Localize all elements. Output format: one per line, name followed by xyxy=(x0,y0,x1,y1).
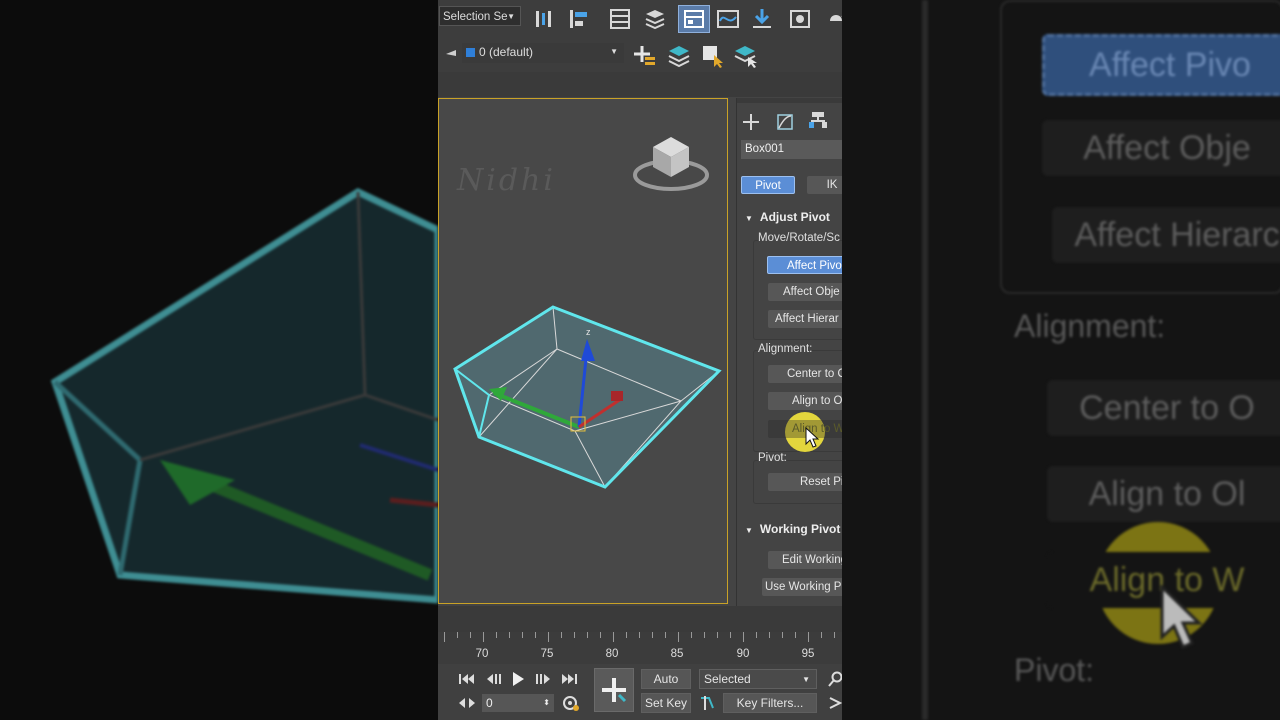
modify-tab-icon[interactable] xyxy=(775,112,795,132)
pivot-label: Pivot: xyxy=(758,452,787,464)
layer-icon[interactable] xyxy=(444,46,458,60)
blurred-box-wireframe xyxy=(50,188,438,604)
mouse-cursor-icon xyxy=(805,427,820,448)
blurred-viewport-background xyxy=(0,0,438,720)
box001-wireframe[interactable]: z xyxy=(449,299,724,499)
key-mode-value: Selected xyxy=(704,672,751,686)
select-in-layer-icon[interactable] xyxy=(700,43,726,69)
spinner-arrows-icon: ⬍ xyxy=(543,698,550,707)
working-pivot-title: Working Pivot xyxy=(759,522,841,536)
zoom-center-to: Center to O xyxy=(1047,380,1280,436)
collapse-arrow-icon: ▼ xyxy=(745,214,753,223)
curve-editor-icon[interactable] xyxy=(716,7,740,31)
alignment-label: Alignment: xyxy=(758,343,813,355)
previous-frame-icon[interactable] xyxy=(485,672,503,686)
tick-label: 95 xyxy=(801,648,815,660)
chevron-down-icon: ▼ xyxy=(610,47,618,56)
viewcube-icon[interactable] xyxy=(631,129,711,199)
center-to-object-button[interactable]: Center to O xyxy=(768,365,842,383)
go-to-end-icon[interactable] xyxy=(560,672,578,686)
key-mode-toggle-icon[interactable] xyxy=(458,697,476,709)
working-pivot-rollout[interactable]: ▼ Working Pivot xyxy=(745,522,840,536)
hierarchy-tab-icon[interactable] xyxy=(807,110,829,132)
gizmo-z-label: z xyxy=(586,327,591,337)
zoom-affect-hierarchy: Affect Hierarc xyxy=(1052,207,1280,263)
chevron-down-icon: ▼ xyxy=(507,12,515,21)
layer-toolbar: 0 (default) ▼ xyxy=(438,38,842,73)
create-layer-icon[interactable] xyxy=(632,44,658,68)
watermark-text: Nidhi xyxy=(457,163,556,198)
tick-label: 70 xyxy=(475,648,489,660)
scene-explorer-icon[interactable] xyxy=(608,7,632,31)
align-icon[interactable] xyxy=(568,7,592,31)
next-frame-icon[interactable] xyxy=(534,672,552,686)
tick-label: 85 xyxy=(670,648,684,660)
toggle-ribbon-button[interactable] xyxy=(678,5,710,33)
main-toolbar: Selection Se ▼ xyxy=(438,0,842,38)
current-frame-spinner[interactable]: 0 ⬍ xyxy=(482,694,554,712)
ribbon-strip xyxy=(438,72,842,97)
layer-explorer-icon[interactable] xyxy=(643,7,667,31)
current-layer-dropdown[interactable]: 0 (default) ▼ xyxy=(462,43,624,63)
play-icon[interactable] xyxy=(510,671,526,687)
schematic-view-icon[interactable] xyxy=(750,7,774,31)
current-frame-value: 0 xyxy=(486,696,493,710)
zoom-align-to-object: Align to Ol xyxy=(1047,466,1280,522)
teapot-render-icon[interactable] xyxy=(826,7,842,31)
tab-ik[interactable]: IK xyxy=(807,176,842,194)
adjust-pivot-rollout[interactable]: ▼ Adjust Pivot xyxy=(745,210,830,224)
auto-key-button[interactable]: Auto Key xyxy=(641,669,691,705)
align-to-object-button[interactable]: Align to Ol xyxy=(768,392,842,410)
key-filters-button[interactable]: Key Filters... xyxy=(723,693,817,713)
go-to-start-icon[interactable] xyxy=(458,672,476,686)
affect-object-only-button[interactable]: Affect Obje xyxy=(768,283,842,301)
set-current-layer-icon[interactable] xyxy=(734,43,760,69)
layer-color-swatch xyxy=(466,48,475,57)
tick-label: 75 xyxy=(540,648,554,660)
time-configuration-icon[interactable] xyxy=(562,694,580,712)
current-layer-name: 0 (default) xyxy=(479,45,534,59)
max-application: Selection Se ▼ 0 (default) ▼ Nidhi z Box… xyxy=(438,0,842,720)
zoom-mouse-cursor-icon xyxy=(1160,585,1203,649)
chevron-down-icon: ▼ xyxy=(802,675,810,684)
selection-filter-value: Selection Se xyxy=(443,11,508,23)
use-working-pivot-button[interactable]: Use Working Pi xyxy=(762,578,842,596)
key-plus-icon xyxy=(602,678,627,703)
material-editor-icon[interactable] xyxy=(788,7,812,31)
tick-label: 90 xyxy=(736,648,750,660)
ribbon-icon xyxy=(684,10,704,28)
reset-pivot-button[interactable]: Reset Pi xyxy=(768,473,842,491)
key-filters-icon[interactable] xyxy=(699,694,719,712)
create-tab-icon[interactable] xyxy=(741,112,761,132)
collapse-arrow-icon: ▼ xyxy=(745,526,753,535)
affect-pivot-only-button[interactable]: Affect Pivo xyxy=(767,256,842,274)
animation-controls: 0 ⬍ Auto Key Selected ▼ Set Key Key Filte… xyxy=(438,664,842,720)
zoom-alignment-label: Alignment: xyxy=(1014,308,1166,344)
add-to-layer-icon[interactable] xyxy=(666,43,692,69)
command-panel: Box001 Pivot IK ▼ Adjust Pivot Move/Rotat… xyxy=(736,98,842,606)
zoom-affect-object: Affect Obje xyxy=(1042,120,1280,176)
perspective-viewport[interactable]: Nidhi z xyxy=(438,98,728,604)
key-mode-dropdown[interactable]: Selected ▼ xyxy=(699,669,817,689)
select-by-name-icon[interactable] xyxy=(533,7,557,31)
blurred-panel-background: Affect Pivo Affect Obje Affect Hierarc A… xyxy=(842,0,1280,720)
object-name-field[interactable]: Box001 xyxy=(741,140,842,159)
affect-hierarchy-only-button[interactable]: Affect Hierar xyxy=(768,310,842,328)
move-rotate-label: Move/Rotate/Sc xyxy=(758,232,840,244)
tick-label: 80 xyxy=(605,648,619,660)
zoom-affect-pivot: Affect Pivo xyxy=(1042,34,1280,96)
zoom-icon[interactable] xyxy=(828,671,842,687)
adjust-pivot-title: Adjust Pivot xyxy=(759,210,830,224)
tab-pivot[interactable]: Pivot xyxy=(741,176,795,194)
set-key-button[interactable]: Set Key xyxy=(641,693,691,713)
track-bar[interactable]: 70 75 80 85 90 95 xyxy=(438,632,842,664)
selection-filter-dropdown[interactable]: Selection Se ▼ xyxy=(439,6,521,26)
set-keys-button[interactable] xyxy=(594,668,634,712)
edit-working-pivot-button[interactable]: Edit Working xyxy=(768,551,842,569)
zoom-pivot-label: Pivot: xyxy=(1014,652,1095,688)
pan-icon[interactable] xyxy=(828,695,842,711)
